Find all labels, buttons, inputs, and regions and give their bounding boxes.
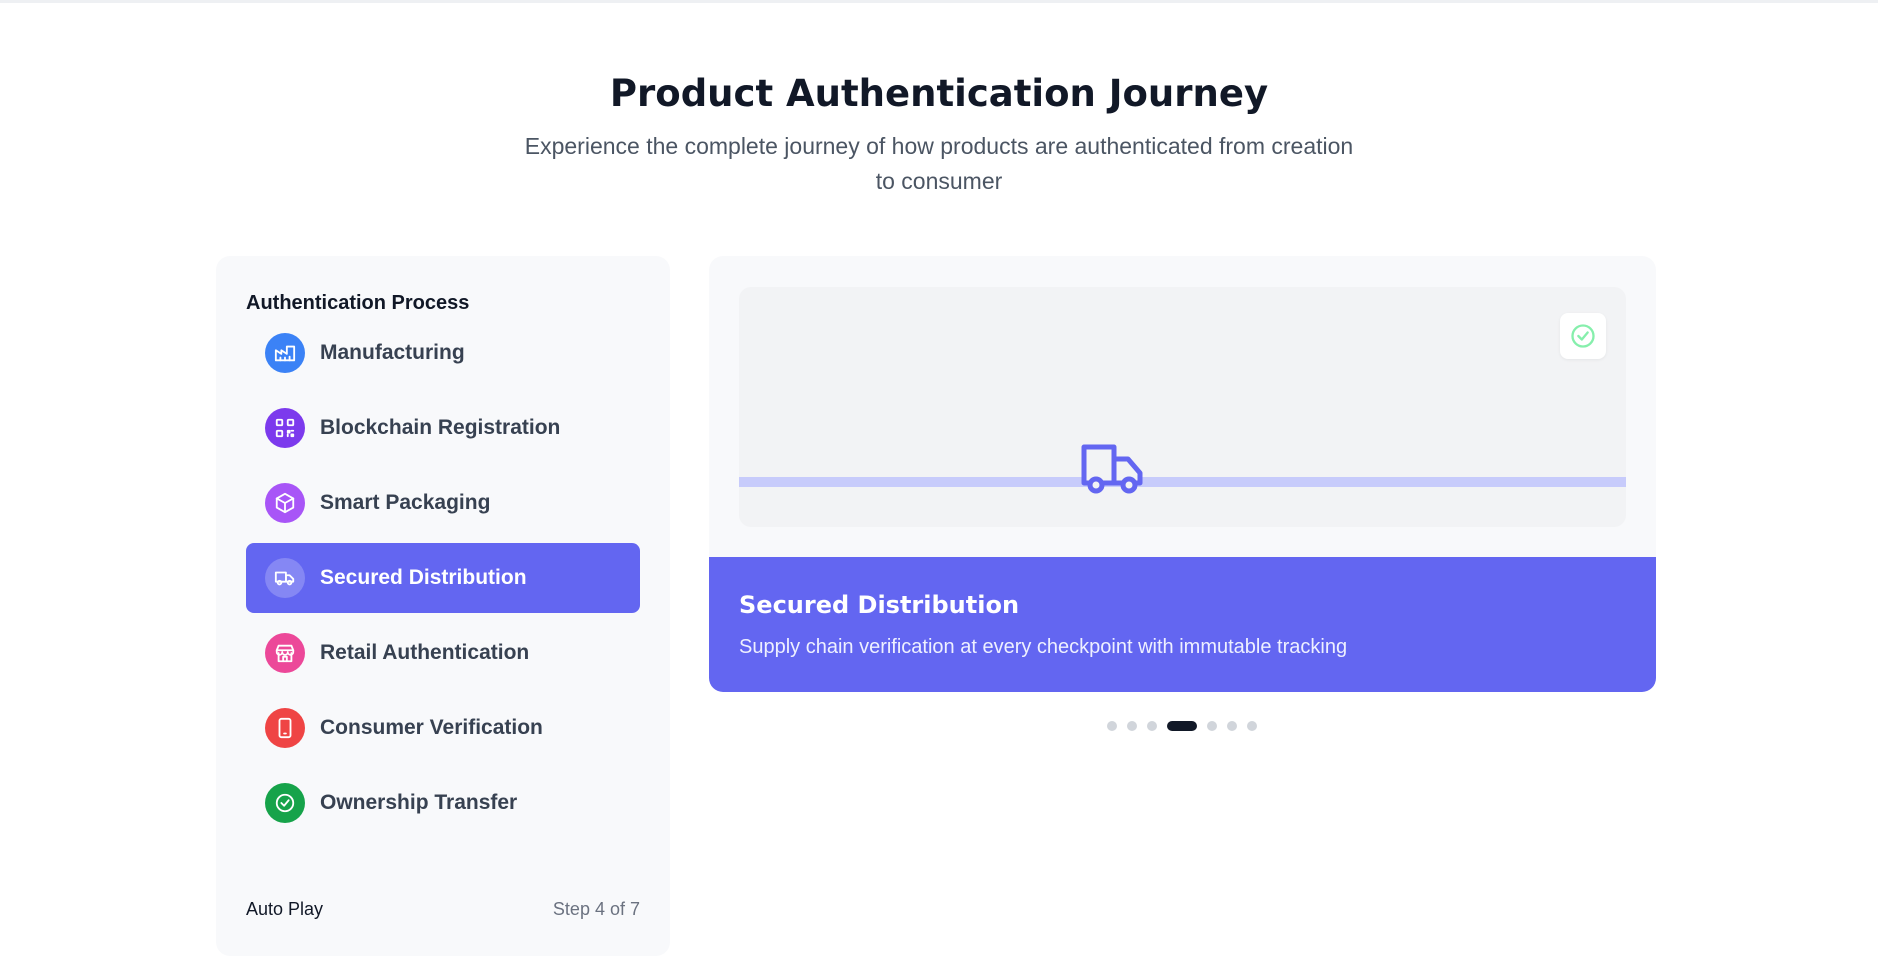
pagination-dot-1[interactable] bbox=[1107, 721, 1117, 731]
auto-play-toggle[interactable]: Auto Play bbox=[246, 899, 323, 920]
store-icon bbox=[265, 633, 305, 673]
pagination-dot-4[interactable] bbox=[1167, 721, 1197, 731]
sidebar-footer: Auto Play Step 4 of 7 bbox=[246, 899, 640, 920]
step-label: Ownership Transfer bbox=[320, 791, 518, 814]
step-item-smart-packaging[interactable]: Smart Packaging bbox=[246, 468, 640, 538]
step-counter: Step 4 of 7 bbox=[552, 899, 640, 919]
verified-badge bbox=[1560, 313, 1606, 359]
step-label: Secured Distribution bbox=[320, 566, 527, 589]
pagination-dot-3[interactable] bbox=[1147, 721, 1157, 731]
step-label: Smart Packaging bbox=[320, 491, 491, 514]
step-description: Supply chain verification at every check… bbox=[739, 636, 1348, 658]
progress-track bbox=[739, 477, 1626, 487]
pagination-dot-5[interactable] bbox=[1207, 721, 1217, 731]
page-subtitle: Experience the complete journey of how p… bbox=[524, 133, 1354, 194]
pagination-dot-7[interactable] bbox=[1247, 721, 1257, 731]
package-icon bbox=[265, 483, 305, 523]
step-item-manufacturing[interactable]: Manufacturing bbox=[246, 318, 640, 388]
pagination-dot-6[interactable] bbox=[1227, 721, 1237, 731]
step-item-blockchain-registration[interactable]: Blockchain Registration bbox=[246, 393, 640, 463]
step-visual bbox=[739, 287, 1626, 527]
step-label: Retail Authentication bbox=[320, 641, 530, 664]
sidebar-title: Authentication Process bbox=[246, 292, 470, 314]
process-sidebar: Authentication Process Manufacturing Blo… bbox=[216, 256, 670, 956]
factory-icon bbox=[265, 333, 305, 373]
step-title: Secured Distribution bbox=[739, 591, 1020, 619]
qr-code-icon bbox=[265, 408, 305, 448]
check-circle-icon bbox=[265, 783, 305, 823]
step-item-secured-distribution[interactable]: Secured Distribution bbox=[246, 543, 640, 613]
check-circle-icon bbox=[1571, 324, 1595, 348]
step-item-retail-authentication[interactable]: Retail Authentication bbox=[246, 618, 640, 688]
step-label: Blockchain Registration bbox=[320, 416, 561, 439]
step-item-consumer-verification[interactable]: Consumer Verification bbox=[246, 693, 640, 763]
truck-icon bbox=[1079, 439, 1145, 499]
pagination-dot-2[interactable] bbox=[1127, 721, 1137, 731]
pagination-dots bbox=[1107, 721, 1267, 731]
step-list: Manufacturing Blockchain Registration Sm… bbox=[246, 318, 640, 843]
step-item-ownership-transfer[interactable]: Ownership Transfer bbox=[246, 768, 640, 838]
truck-icon bbox=[265, 558, 305, 598]
step-info-card: Secured Distribution Supply chain verifi… bbox=[709, 557, 1656, 692]
top-divider bbox=[0, 0, 1878, 3]
step-detail-panel: Secured Distribution Supply chain verifi… bbox=[709, 256, 1656, 692]
step-label: Consumer Verification bbox=[320, 716, 543, 739]
page-title: Product Authentication Journey bbox=[609, 72, 1269, 115]
smartphone-icon bbox=[265, 708, 305, 748]
page-header: Product Authentication Journey Experienc… bbox=[0, 72, 1878, 199]
step-label: Manufacturing bbox=[320, 341, 465, 364]
